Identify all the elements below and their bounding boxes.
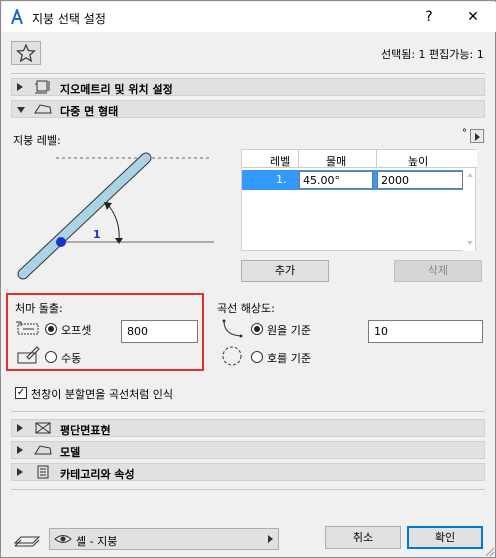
section-model[interactable]: 모델: [11, 441, 485, 459]
selection-info: 선택됨: 1 편집가능: 1: [381, 48, 484, 61]
layer-dropdown[interactable]: 셸 - 지붕: [49, 528, 279, 550]
expand-arrow-icon: [17, 83, 23, 91]
column-header-height: 높이: [408, 155, 429, 168]
by-arc-label: 호를 기준: [267, 352, 311, 365]
category-icon: [34, 465, 52, 479]
layer-icon: [13, 529, 41, 549]
by-circle-label: 원을 기준: [267, 324, 311, 337]
offset-radio[interactable]: [45, 323, 57, 335]
by-arc-radio[interactable]: [251, 351, 263, 363]
manual-edit-icon: [15, 345, 41, 365]
offset-label: 오프셋: [61, 324, 92, 337]
section-category[interactable]: 카테고리와 속성: [11, 463, 485, 481]
eaves-label: 처마 돌출:: [15, 302, 63, 315]
layer-value: 셸 - 지붕: [76, 535, 118, 548]
roof-shape-icon: [34, 102, 52, 116]
section-category-label: 카테고리와 속성: [60, 468, 135, 481]
table-scrollbar[interactable]: [463, 169, 475, 251]
pitch-value: 45.00°: [303, 174, 340, 187]
geometry-icon: [34, 80, 52, 94]
window-title: 지붕 선택 설정: [32, 12, 106, 26]
title-bar: 지붕 선택 설정 ? ✕: [2, 2, 496, 32]
pitch-input[interactable]: 45.00°: [299, 171, 373, 189]
star-icon: [15, 43, 37, 66]
manual-label: 수동: [61, 352, 82, 365]
height-value: 2000: [381, 174, 409, 187]
roof-selection-settings-dialog: 지붕 선택 설정 ? ✕ 선택됨: 1 편집가능: 1 지오메트리 및 위치 설…: [0, 0, 496, 558]
column-header-pitch: 물매: [326, 155, 347, 168]
table-row[interactable]: 1. 45.00° 2000: [242, 170, 472, 190]
model-icon: [34, 443, 52, 457]
level-table[interactable]: 레벨 물매 높이 1. 45.00° 2000: [241, 149, 477, 251]
scroll-down-icon[interactable]: [467, 241, 473, 245]
dropdown-arrow-icon: [268, 535, 273, 543]
ok-button[interactable]: 확인: [407, 526, 483, 549]
section-floor-plan-label: 평단면표현: [60, 424, 111, 437]
row-level-cell: 1.: [276, 173, 287, 186]
close-button[interactable]: ✕: [462, 7, 484, 27]
circle-segments-icon: [221, 319, 245, 339]
expand-arrow-icon: [17, 468, 23, 476]
offset-input[interactable]: 800: [121, 320, 198, 343]
play-arrow-icon: [475, 133, 480, 141]
scroll-up-icon[interactable]: [467, 173, 473, 177]
delete-level-button[interactable]: 삭제: [394, 260, 482, 282]
degree-mark: °: [462, 128, 467, 139]
recognize-curved-checkbox[interactable]: ✓: [15, 387, 27, 399]
floor-plan-icon: [34, 421, 52, 435]
section-multiplane-label: 다중 면 형태: [60, 105, 119, 118]
expand-arrow-icon: [17, 424, 23, 432]
height-input[interactable]: 2000: [377, 171, 463, 189]
circle-segments-input[interactable]: 10: [368, 320, 483, 343]
expand-arrow-icon: [17, 446, 23, 454]
diagram-level-label: 1: [93, 228, 101, 241]
cancel-button[interactable]: 취소: [325, 526, 401, 549]
eye-icon: [54, 532, 72, 546]
arc-segments-icon: [220, 345, 244, 367]
section-floor-plan[interactable]: 평단면표현: [11, 419, 485, 437]
by-circle-radio[interactable]: [251, 323, 263, 335]
curve-resolution-label: 곡선 해상도:: [217, 302, 275, 315]
section-model-label: 모델: [60, 446, 81, 459]
favorites-button[interactable]: [11, 41, 41, 65]
app-logo-icon: [10, 7, 24, 25]
add-level-button[interactable]: 추가: [241, 260, 329, 282]
collapse-arrow-icon: [17, 107, 25, 113]
help-button[interactable]: ?: [418, 7, 440, 27]
resize-grip-icon[interactable]: [483, 545, 495, 557]
roof-pitch-diagram: 1: [17, 152, 214, 280]
column-header-level: 레벨: [270, 155, 291, 168]
manual-radio[interactable]: [45, 351, 57, 363]
section-multiplane[interactable]: 다중 면 형태: [11, 100, 485, 118]
section-geometry-label: 지오메트리 및 위치 설정: [60, 83, 173, 96]
offset-icon: [15, 321, 41, 337]
recognize-curved-label: 천창이 분할면을 곡선처럼 인식: [31, 388, 174, 401]
section-geometry[interactable]: 지오메트리 및 위치 설정: [11, 78, 485, 96]
level-table-header: 레벨 물매 높이: [242, 150, 477, 168]
unit-menu-button[interactable]: [470, 129, 484, 143]
